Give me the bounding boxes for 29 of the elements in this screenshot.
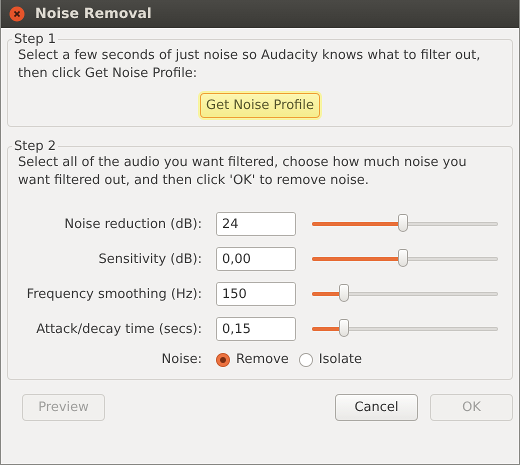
input-field[interactable]: 150: [216, 282, 296, 306]
field-label: Noise reduction (dB):: [63, 216, 202, 232]
instruction-text: Select all of the audio you want filtered, choose how much noise you want filtered out, and then click 'OK' to remove noise.: [18, 154, 468, 190]
group-title: Step 2: [13, 139, 58, 154]
close-icon[interactable]: [9, 6, 25, 22]
field-label: Sensitivity (dB):: [97, 252, 202, 266]
dialog-button[interactable]: Cancel: [335, 394, 418, 421]
input-field[interactable]: 24: [216, 212, 296, 236]
instruction-text: Select a few seconds of just noise so Audacity knows what to filter out, then click Get Noise Profile:: [18, 47, 482, 83]
radio-button[interactable]: [298, 352, 313, 366]
field-label: Frequency smoothing (Hz):: [26, 286, 202, 302]
slider[interactable]: [312, 214, 498, 234]
slider-thumb[interactable]: [398, 214, 408, 232]
field-label: Attack/decay time (secs):: [35, 322, 202, 336]
slider-thumb[interactable]: [398, 249, 408, 267]
group-title: Step 1: [13, 32, 58, 47]
radio-label[interactable]: Remove: [236, 352, 289, 367]
input-field[interactable]: 0,15: [216, 317, 296, 341]
field-label: Noise:: [160, 352, 202, 367]
radio-label[interactable]: Isolate: [318, 352, 362, 367]
slider[interactable]: [312, 284, 498, 304]
slider-thumb[interactable]: [338, 319, 349, 337]
slider[interactable]: [312, 249, 498, 269]
input-field[interactable]: 0,00: [216, 247, 296, 271]
get-noise-profile-button[interactable]: Get Noise Profile: [200, 93, 320, 118]
slider[interactable]: [312, 319, 498, 339]
radio-button[interactable]: [216, 352, 230, 366]
slider-thumb[interactable]: [338, 284, 349, 302]
window-title: Noise Removal: [35, 6, 152, 22]
